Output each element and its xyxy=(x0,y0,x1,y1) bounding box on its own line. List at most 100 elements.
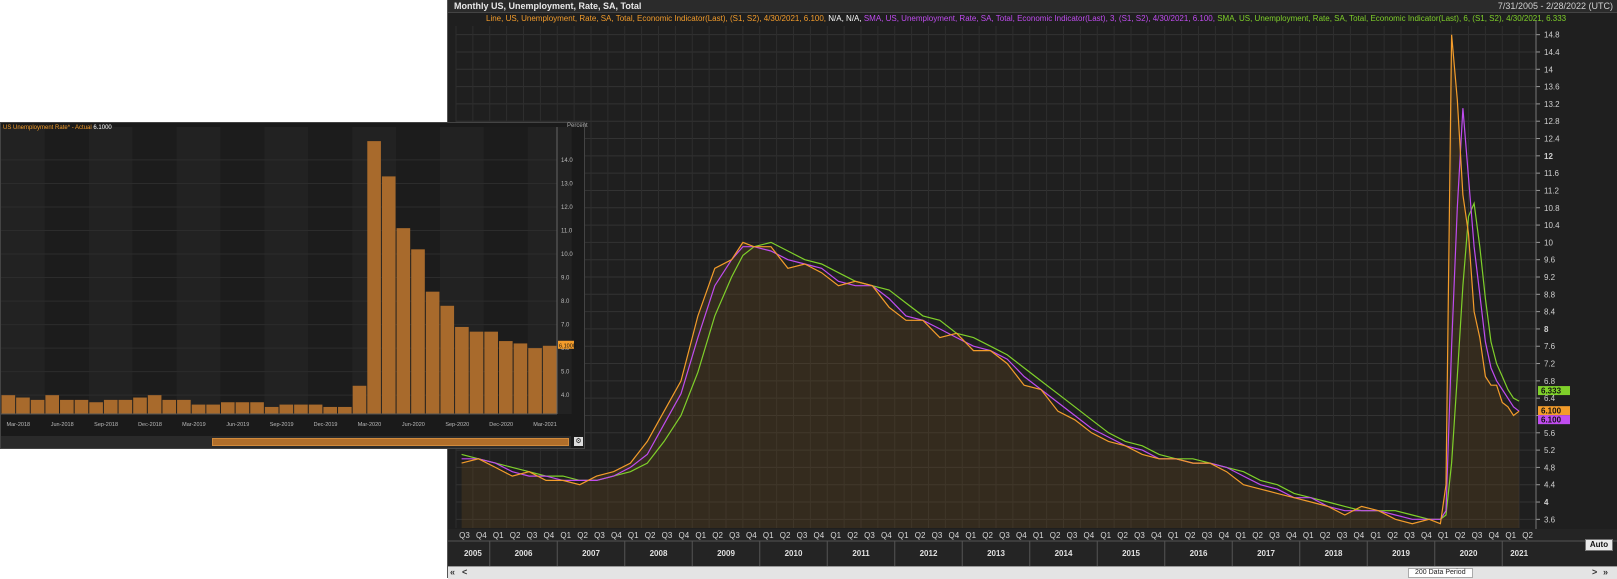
x-quarter-label: Q1 xyxy=(1033,531,1044,540)
last-value-tag-sma3: 6.100 xyxy=(1541,416,1562,425)
inset-scrollbar-thumb[interactable] xyxy=(212,438,569,446)
x-quarter-label: Q3 xyxy=(1067,531,1078,540)
x-quarter-label: Q1 xyxy=(628,531,639,540)
x-quarter-label: Q4 xyxy=(1016,531,1027,540)
x-year-label: 2008 xyxy=(650,549,668,558)
inset-grid-band xyxy=(176,127,221,414)
inset-legend-value: 6.1000 xyxy=(93,125,112,131)
inset-y-tick-label: 5.0 xyxy=(561,370,570,376)
x-quarter-label: Q4 xyxy=(948,531,959,540)
x-quarter-label: Q1 xyxy=(695,531,706,540)
legend-sma3-series[interactable]: SMA, US, Unemployment, Rate, SA, Total, … xyxy=(864,14,1215,23)
x-quarter-label: Q3 xyxy=(1202,531,1213,540)
main-y-axis: 3.644.44.85.25.666.46.87.27.688.48.89.29… xyxy=(1535,20,1560,532)
inset-x-tick-label: Mar-2019 xyxy=(182,422,206,428)
data-period-label[interactable]: 200 Data Period xyxy=(1408,568,1473,578)
inset-legend-label: US Unemployment Rate* - Actual xyxy=(3,125,92,131)
x-year-label: 2017 xyxy=(1257,549,1275,558)
x-quarter-label: Q1 xyxy=(493,531,504,540)
y-tick-label: 9.2 xyxy=(1544,273,1556,282)
x-quarter-label: Q1 xyxy=(1370,531,1381,540)
inset-y-tick-label: 14.0 xyxy=(561,158,573,164)
x-year-label: 2007 xyxy=(582,549,600,558)
x-quarter-label: Q3 xyxy=(1134,531,1145,540)
inset-bar xyxy=(294,404,308,414)
y-tick-label: 10 xyxy=(1544,238,1553,247)
inset-y-tick-label: 11.0 xyxy=(561,229,573,235)
x-quarter-label: Q2 xyxy=(982,531,993,540)
inset-chart-panel: 4.0 5.0 6.0 7.0 8.0 9.0 10.0 11.0 12.0 13.0 14.0 6.… xyxy=(0,122,588,449)
inset-bar xyxy=(264,406,279,414)
x-year-label: 2006 xyxy=(515,549,533,558)
nav-first-button[interactable]: « xyxy=(450,567,455,578)
x-quarter-label: Q2 xyxy=(510,531,521,540)
inset-bar xyxy=(133,397,147,414)
line-series-area xyxy=(461,34,1520,528)
x-quarter-label: Q3 xyxy=(662,531,673,540)
inset-y-tick-label: 12.0 xyxy=(561,205,573,211)
inset-x-tick-label: Dec-2019 xyxy=(314,422,338,428)
inset-y-tick-label: 7.0 xyxy=(561,323,570,329)
inset-bar xyxy=(411,249,425,414)
nav-prev-button[interactable]: < xyxy=(462,567,467,578)
inset-chart-svg: 4.05.06.07.08.09.010.011.012.013.014.06.… xyxy=(1,127,576,428)
y-tick-label: 11.2 xyxy=(1544,186,1560,195)
inset-bar xyxy=(147,395,162,414)
x-year-label: 2011 xyxy=(852,549,870,558)
inset-grid-band xyxy=(264,127,309,414)
x-quarter-label: Q3 xyxy=(864,531,875,540)
x-year-label: 2019 xyxy=(1392,549,1410,558)
nav-last-button[interactable]: » xyxy=(1603,567,1608,578)
inset-y-tick-label: 13.0 xyxy=(561,181,573,187)
x-quarter-label: Q4 xyxy=(881,531,892,540)
x-quarter-label: Q3 xyxy=(1337,531,1348,540)
inset-bar xyxy=(206,404,220,414)
x-quarter-label: Q3 xyxy=(999,531,1010,540)
x-quarter-label: Q1 xyxy=(1235,531,1246,540)
y-tick-label: 5.6 xyxy=(1544,429,1556,438)
inset-grid-band xyxy=(1,127,45,414)
x-quarter-label: Q2 xyxy=(1320,531,1331,540)
main-chart-svg: 3.644.44.85.25.666.46.87.27.688.48.89.29… xyxy=(448,20,1617,566)
auto-scale-button[interactable]: Auto xyxy=(1585,539,1613,551)
x-year-label: 2013 xyxy=(987,549,1005,558)
inset-bar xyxy=(381,176,396,414)
nav-next-button[interactable]: > xyxy=(1592,567,1597,578)
x-quarter-label: Q3 xyxy=(1269,531,1280,540)
x-quarter-label: Q2 xyxy=(1185,531,1196,540)
inset-bar xyxy=(484,331,498,414)
x-quarter-label: Q2 xyxy=(847,531,858,540)
main-chart-panel: Monthly US, Unemployment, Rate, SA, Tota… xyxy=(447,0,1617,579)
x-quarter-label: Q4 xyxy=(1421,531,1432,540)
x-quarter-label: Q3 xyxy=(459,531,470,540)
inset-bar xyxy=(455,326,469,414)
y-tick-label: 14.4 xyxy=(1544,48,1560,57)
y-tick-label: 12.4 xyxy=(1544,135,1560,144)
y-tick-label: 6.8 xyxy=(1544,377,1556,386)
inset-settings-icon[interactable]: ⚙ xyxy=(574,437,583,446)
inset-bar xyxy=(103,399,118,414)
x-year-label: 2021 xyxy=(1510,549,1528,558)
x-quarter-label: Q4 xyxy=(1488,531,1499,540)
y-tick-label: 9.6 xyxy=(1544,256,1556,265)
inset-x-tick-label: Sep-2018 xyxy=(94,422,118,428)
inset-bar xyxy=(16,397,30,414)
x-quarter-label: Q1 xyxy=(1168,531,1179,540)
x-year-label: 2010 xyxy=(785,549,803,558)
inset-grid-band xyxy=(44,127,89,414)
x-quarter-label: Q4 xyxy=(1083,531,1094,540)
inset-x-axis: Mar-2018 Jun-2018 Sep-2018 Dec-2018 Mar-2019… xyxy=(1,413,557,428)
x-year-label: 2020 xyxy=(1460,549,1478,558)
y-tick-label: 3.6 xyxy=(1544,515,1556,524)
legend-sma6-series[interactable]: SMA, US, Unemployment, Rate, SA, Total, … xyxy=(1217,14,1566,23)
y-tick-label: 7.2 xyxy=(1544,360,1556,369)
y-tick-label: 13.6 xyxy=(1544,83,1560,92)
x-quarter-label: Q3 xyxy=(527,531,538,540)
inset-x-tick-label: Jun-2019 xyxy=(226,422,249,428)
x-quarter-label: Q3 xyxy=(729,531,740,540)
y-tick-label: 4.8 xyxy=(1544,463,1556,472)
legend-line-series[interactable]: Line, US, Unemployment, Rate, SA, Total,… xyxy=(486,14,826,23)
x-year-label: 2009 xyxy=(717,549,735,558)
inset-grid-band xyxy=(132,127,177,414)
x-quarter-label: Q2 xyxy=(780,531,791,540)
